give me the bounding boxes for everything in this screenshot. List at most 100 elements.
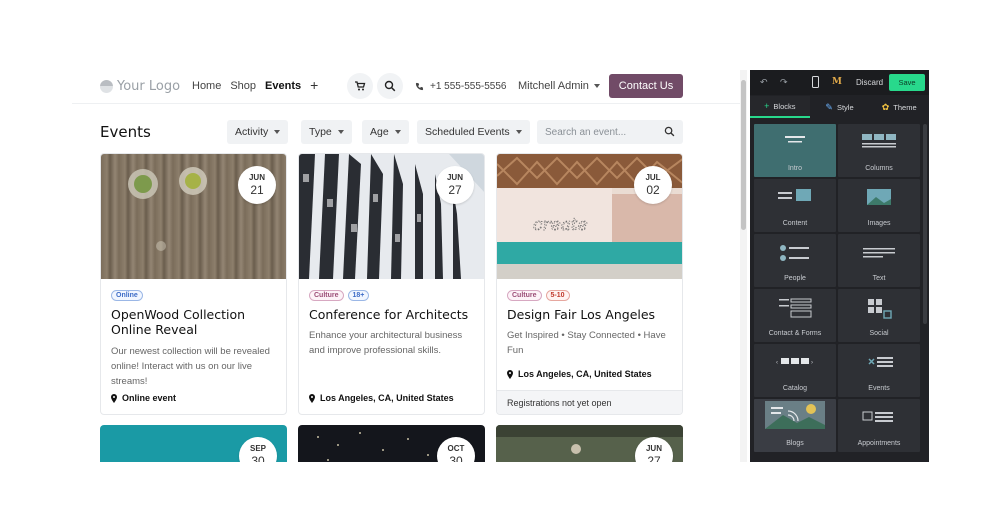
date-day: 27 (647, 454, 661, 462)
block-label: Blogs (786, 440, 804, 447)
site-logo[interactable]: Your Logo (100, 79, 180, 94)
tab-style[interactable]: ✎ Style (810, 96, 870, 118)
block-text[interactable]: Text (838, 234, 920, 287)
chevron-down-icon (274, 130, 281, 134)
contact-us-button[interactable]: Contact Us (609, 74, 683, 98)
event-card[interactable]: JUN 27 Culture 18+ Conference for Archite… (298, 153, 485, 415)
block-intro[interactable]: Intro (754, 124, 836, 177)
images-icon (867, 189, 891, 205)
block-content[interactable]: Content (754, 179, 836, 232)
tab-theme[interactable]: ✿ Theme (869, 96, 929, 118)
tag-age: 18+ (347, 290, 370, 301)
svg-text:‹: ‹ (776, 360, 778, 366)
tab-blocks[interactable]: + Blocks (750, 96, 810, 118)
block-label: Appointments (857, 440, 901, 447)
event-title[interactable]: Conference for Architects (309, 307, 479, 322)
text-icon (863, 248, 895, 258)
menu-item-home[interactable]: Home (192, 80, 221, 92)
event-title[interactable]: OpenWood Collection Online Reveal (111, 307, 281, 337)
block-events[interactable]: Events (838, 344, 920, 397)
block-appointments[interactable]: Appointments (838, 399, 920, 452)
phone-icon (415, 82, 424, 91)
cart-button[interactable] (347, 73, 373, 99)
odoo-m-icon[interactable]: M (832, 77, 842, 87)
mobile-preview-icon[interactable] (812, 76, 819, 88)
block-label: Columns (865, 165, 893, 172)
location-text: Los Angeles, CA, United States (320, 393, 454, 403)
phone-number: +1 555-555-5556 (430, 81, 507, 92)
user-menu[interactable]: Mitchell Admin (518, 80, 600, 92)
blogs-icon (765, 401, 825, 429)
date-month: JUN (248, 173, 265, 182)
tag-age: 5-10 (545, 290, 570, 301)
preview-scrollbar[interactable] (740, 70, 747, 462)
event-card[interactable]: JUN 27 (496, 425, 683, 462)
date-badge: JUN 27 (436, 166, 474, 204)
event-title[interactable]: Design Fair Los Angeles (507, 307, 677, 322)
block-social[interactable]: Social (838, 289, 920, 342)
save-button[interactable]: Save (889, 74, 925, 91)
block-images[interactable]: Images (838, 179, 920, 232)
block-blogs[interactable]: Blogs (754, 399, 836, 452)
date-badge: JUN 21 (238, 166, 276, 204)
block-grid: Intro Columns Content Images People Text… (754, 124, 920, 452)
tag-list: Culture 5-10 (507, 290, 570, 301)
search-icon (384, 80, 396, 92)
event-card[interactable]: SEP 30 (100, 425, 287, 462)
block-label: Images (867, 220, 891, 227)
event-card[interactable]: create JUL 02 Culture 5-10 Design Fair Lo… (496, 153, 683, 415)
editor-scrollbar[interactable] (923, 124, 927, 324)
search-button[interactable] (377, 73, 403, 99)
filter-type[interactable]: Type (301, 120, 352, 144)
date-month: SEP (249, 444, 266, 453)
menu-add-button[interactable]: + (310, 78, 318, 92)
menu-item-shop[interactable]: Shop (230, 80, 256, 92)
cart-icon (355, 81, 366, 91)
people-icon (780, 245, 809, 261)
redo-icon[interactable]: ↷ (780, 77, 788, 88)
block-label: Catalog (782, 385, 808, 392)
event-card[interactable]: OCT 30 (298, 425, 485, 462)
discard-button[interactable]: Discard (856, 78, 883, 87)
intro-icon (785, 136, 805, 143)
menu-item-events[interactable]: Events (265, 80, 301, 92)
search-icon (664, 126, 675, 137)
editor-toolbar: ↶ ↷ M Discard Save (750, 70, 929, 95)
event-location: Online event (111, 393, 176, 403)
filter-activity[interactable]: Activity (227, 120, 289, 144)
social-icon (868, 299, 892, 319)
tag-culture: Culture (507, 290, 542, 301)
location-text: Los Angeles, CA, United States (518, 369, 652, 379)
page-title: Events (100, 123, 151, 141)
undo-icon[interactable]: ↶ (760, 77, 768, 88)
chevron-down-icon (337, 130, 344, 134)
tag-culture: Culture (309, 290, 344, 301)
event-card[interactable]: JUN 21 Online OpenWood Collection Online … (100, 153, 287, 415)
website-builder-panel: ↶ ↷ M Discard Save + Blocks ✎ Style ✿ Theme… (750, 70, 929, 462)
block-label: Text (872, 275, 886, 282)
block-columns[interactable]: Columns (838, 124, 920, 177)
map-pin-icon (111, 393, 117, 403)
date-month: JUL (645, 173, 661, 182)
block-label: Contact & Forms (768, 330, 822, 337)
location-text: Online event (122, 393, 177, 403)
block-catalog[interactable]: ‹ › Catalog (754, 344, 836, 397)
brush-icon: ✎ (825, 101, 833, 112)
event-search-input[interactable]: Search an event... (537, 120, 683, 144)
plus-icon: + (764, 101, 770, 111)
block-label: Intro (787, 165, 802, 172)
content-icon (778, 189, 811, 201)
scrollbar-thumb[interactable] (741, 80, 746, 230)
date-month: JUN (446, 173, 463, 182)
filter-scheduled-events[interactable]: Scheduled Events (417, 120, 530, 144)
date-month: OCT (447, 444, 465, 453)
tag-list: Culture 18+ (309, 290, 370, 301)
filter-age[interactable]: Age (362, 120, 409, 144)
logo-icon (100, 80, 113, 93)
block-people[interactable]: People (754, 234, 836, 287)
block-contact-forms[interactable]: Contact & Forms (754, 289, 836, 342)
phone-link[interactable]: +1 555-555-5556 (415, 81, 506, 92)
date-badge: SEP 30 (239, 437, 277, 462)
date-day: 02 (646, 183, 660, 197)
map-pin-icon (507, 369, 513, 379)
